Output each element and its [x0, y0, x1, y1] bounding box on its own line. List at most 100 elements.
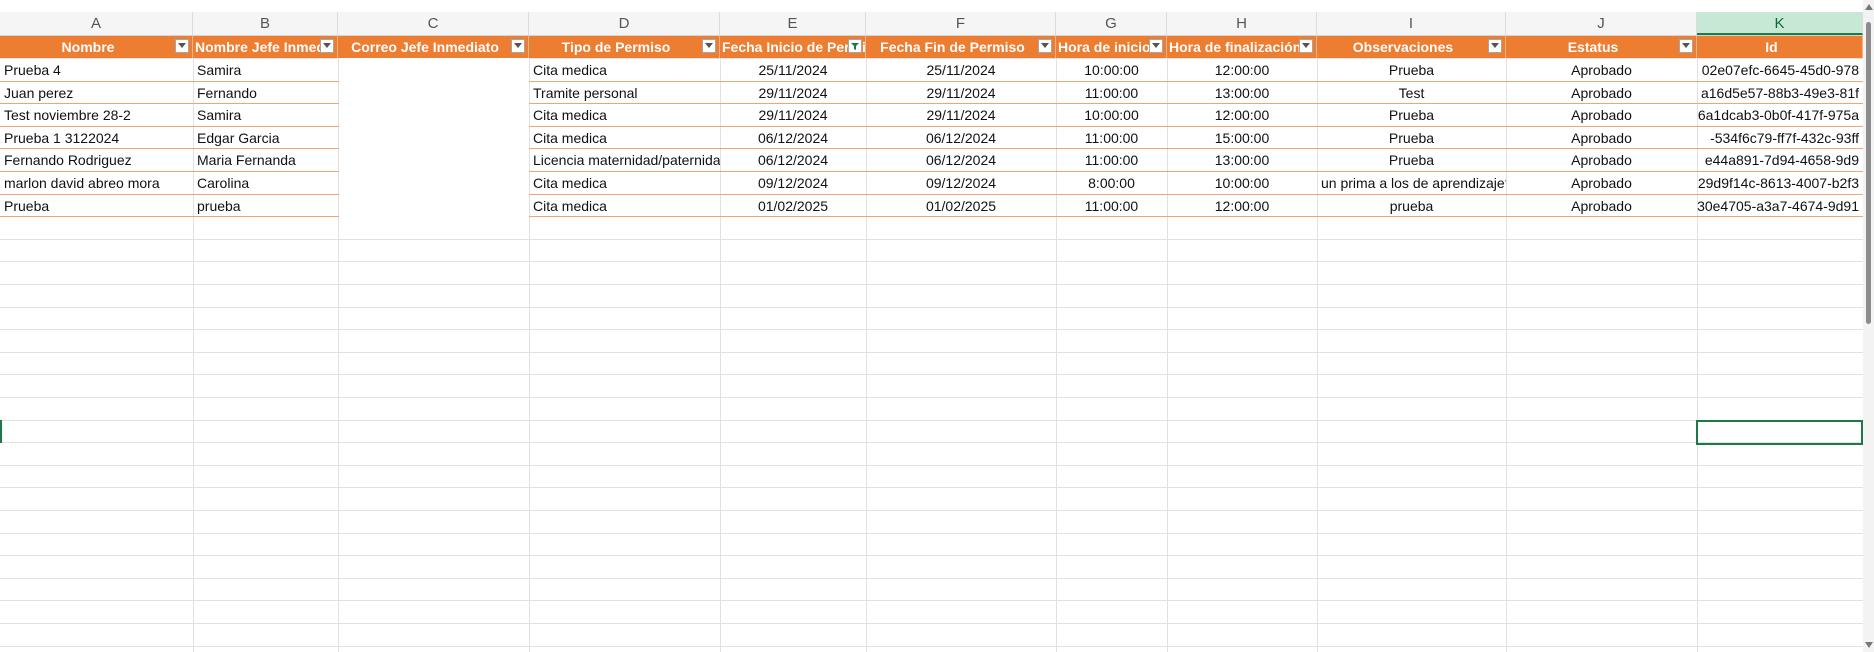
column-letter-k[interactable]: K: [1697, 12, 1863, 35]
column-letter-b[interactable]: B: [193, 12, 338, 35]
table-cell[interactable]: 12:00:00: [1167, 59, 1317, 81]
table-cell[interactable]: 01/02/2025: [720, 195, 866, 217]
table-cell[interactable]: Aprobado: [1506, 172, 1697, 194]
table-cell[interactable]: 12:00:00: [1167, 104, 1317, 126]
table-cell[interactable]: Aprobado: [1506, 195, 1697, 217]
filter-dropdown-icon[interactable]: [702, 39, 716, 53]
filter-dropdown-icon[interactable]: [1488, 39, 1502, 53]
table-cell[interactable]: 02e07efc-6645-45d0-978: [1697, 59, 1863, 81]
table-cell[interactable]: prueba: [193, 195, 338, 217]
column-letter-i[interactable]: I: [1317, 12, 1506, 35]
table-cell[interactable]: Aprobado: [1506, 149, 1697, 171]
table-cell[interactable]: 13:00:00: [1167, 149, 1317, 171]
table-cell[interactable]: 06/12/2024: [720, 127, 866, 149]
scrollbar-thumb[interactable]: [1866, 22, 1871, 324]
filter-dropdown-icon[interactable]: [1299, 39, 1313, 53]
active-cell[interactable]: [1696, 420, 1863, 445]
column-letter-c[interactable]: C: [338, 12, 529, 35]
table-cell[interactable]: un prima a los de aprendizaje?: [1317, 172, 1506, 194]
table-cell[interactable]: Aprobado: [1506, 59, 1697, 81]
table-cell[interactable]: prueba: [1317, 195, 1506, 217]
filter-dropdown-icon[interactable]: [1038, 39, 1052, 53]
table-cell[interactable]: 30e4705-a3a7-4674-9d91: [1697, 195, 1863, 217]
column-letter-a[interactable]: A: [0, 12, 193, 35]
table-cell[interactable]: 10:00:00: [1167, 172, 1317, 194]
table-cell[interactable]: 534f6c79-ff7f-432c-93ff-: [1697, 127, 1863, 149]
table-cell[interactable]: 15:00:00: [1167, 127, 1317, 149]
column-letter-j[interactable]: J: [1506, 12, 1697, 35]
table-cell[interactable]: 11:00:00: [1056, 149, 1167, 171]
table-cell[interactable]: 29/11/2024: [720, 104, 866, 126]
filter-dropdown-icon[interactable]: [511, 39, 525, 53]
table-cell[interactable]: Prueba: [1317, 149, 1506, 171]
table-cell[interactable]: Aprobado: [1506, 104, 1697, 126]
table-cell[interactable]: 29/11/2024: [720, 82, 866, 104]
table-cell[interactable]: Tramite personal: [529, 82, 720, 104]
table-cell[interactable]: 09/12/2024: [720, 172, 866, 194]
table-cell[interactable]: 11:00:00: [1056, 127, 1167, 149]
table-cell[interactable]: 29/11/2024: [866, 104, 1056, 126]
table-cell[interactable]: 29d9f14c-8613-4007-b2f3: [1697, 172, 1863, 194]
table-cell[interactable]: Fernando Rodriguez: [0, 149, 193, 171]
row-selection-marker: [0, 420, 2, 443]
table-cell[interactable]: 01/02/2025: [866, 195, 1056, 217]
table-cell[interactable]: 10:00:00: [1056, 104, 1167, 126]
table-cell[interactable]: Cita medica: [529, 104, 720, 126]
table-cell[interactable]: e44a891-7d94-4658-9d9: [1697, 149, 1863, 171]
table-cell[interactable]: Maria Fernanda: [193, 149, 338, 171]
table-cell[interactable]: Prueba 1 3122024: [0, 127, 193, 149]
table-cell[interactable]: 13:00:00: [1167, 82, 1317, 104]
table-cell[interactable]: 06/12/2024: [866, 149, 1056, 171]
filter-dropdown-icon[interactable]: [1149, 39, 1163, 53]
column-letter-d[interactable]: D: [529, 12, 720, 35]
table-cell[interactable]: Cita medica: [529, 172, 720, 194]
gridline-horizontal: [0, 239, 1863, 240]
scroll-up-icon[interactable]: [1865, 4, 1873, 10]
filter-dropdown-icon[interactable]: [1679, 39, 1693, 53]
table-cell[interactable]: 11:00:00: [1056, 195, 1167, 217]
column-letter-g[interactable]: G: [1056, 12, 1167, 35]
table-cell[interactable]: Edgar Garcia: [193, 127, 338, 149]
table-cell[interactable]: Samira: [193, 104, 338, 126]
filter-dropdown-icon[interactable]: [175, 39, 189, 53]
table-cell[interactable]: 12:00:00: [1167, 195, 1317, 217]
filter-dropdown-icon[interactable]: [320, 39, 334, 53]
scroll-down-icon[interactable]: [1865, 642, 1873, 648]
filter-active-icon[interactable]: [848, 39, 862, 53]
table-cell[interactable]: Prueba: [1317, 104, 1506, 126]
table-cell[interactable]: Aprobado: [1506, 82, 1697, 104]
table-cell[interactable]: 11:00:00: [1056, 82, 1167, 104]
cell-grid[interactable]: Nombre Nombre Jefe Inmed Correo Jefe Inmed…: [0, 36, 1863, 652]
table-cell[interactable]: 25/11/2024: [866, 59, 1056, 81]
table-cell[interactable]: 10:00:00: [1056, 59, 1167, 81]
column-letter-e[interactable]: E: [720, 12, 866, 35]
table-cell[interactable]: Samira: [193, 59, 338, 81]
table-cell[interactable]: 29/11/2024: [866, 82, 1056, 104]
table-cell[interactable]: 06/12/2024: [720, 149, 866, 171]
table-cell[interactable]: Juan perez: [0, 82, 193, 104]
table-cell[interactable]: Prueba: [1317, 59, 1506, 81]
table-cell[interactable]: Test noviembre 28-2: [0, 104, 193, 126]
table-cell[interactable]: Licencia maternidad/paternidad: [529, 149, 720, 171]
table-cell[interactable]: Fernando: [193, 82, 338, 104]
table-cell[interactable]: Cita medica: [529, 195, 720, 217]
table-cell[interactable]: Test: [1317, 82, 1506, 104]
table-cell[interactable]: 06/12/2024: [866, 127, 1056, 149]
table-cell[interactable]: 6a1dcab3-0b0f-417f-975a: [1697, 104, 1863, 126]
table-cell[interactable]: marlon david abreo mora: [0, 172, 193, 194]
column-letter-h[interactable]: H: [1167, 12, 1317, 35]
table-cell[interactable]: 25/11/2024: [720, 59, 866, 81]
vertical-scrollbar[interactable]: [1863, 0, 1874, 652]
table-cell[interactable]: a16d5e57-88b3-49e3-81f: [1697, 82, 1863, 104]
column-letter-f[interactable]: F: [866, 12, 1056, 35]
table-cell[interactable]: Carolina: [193, 172, 338, 194]
spreadsheet[interactable]: ABCDEFGHIJK Nombre Nombre Jefe Inmed Corre…: [0, 0, 1863, 652]
table-cell[interactable]: 09/12/2024: [866, 172, 1056, 194]
table-cell[interactable]: Prueba 4: [0, 59, 193, 81]
table-cell[interactable]: 8:00:00: [1056, 172, 1167, 194]
table-cell[interactable]: Cita medica: [529, 127, 720, 149]
table-cell[interactable]: Cita medica: [529, 59, 720, 81]
table-cell[interactable]: Prueba: [0, 195, 193, 217]
table-cell[interactable]: Aprobado: [1506, 127, 1697, 149]
table-cell[interactable]: Prueba: [1317, 127, 1506, 149]
